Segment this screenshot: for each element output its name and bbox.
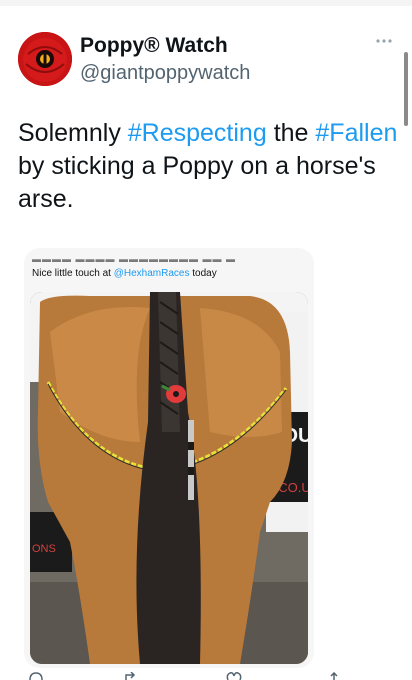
poppy-avatar-icon [18, 32, 72, 86]
tweet-text-segment: Solemnly [18, 119, 128, 147]
account-handle[interactable]: @giantpoppywatch [80, 62, 250, 85]
reply-icon[interactable] [28, 672, 44, 680]
tweet-text-segment: the [266, 119, 316, 147]
more-options-icon[interactable] [374, 36, 394, 46]
tweet-actions [0, 668, 412, 680]
like-icon[interactable] [226, 672, 242, 680]
caption-text: Nice little touch at [32, 268, 114, 279]
horse-photo-image: COUR S.CO.UK ONS LI [30, 292, 308, 664]
caption-mention[interactable]: @HexhamRaces [114, 268, 190, 279]
horse-photo[interactable]: COUR S.CO.UK ONS LI [30, 292, 308, 664]
hashtag-link[interactable]: #Fallen [315, 119, 397, 147]
top-divider [0, 0, 412, 6]
embedded-caption: Nice little touch at @HexhamRaces today [32, 268, 217, 279]
hashtag-link[interactable]: #Respecting [128, 119, 267, 147]
account-name[interactable]: Poppy® Watch [80, 34, 228, 58]
embedded-media[interactable]: ▬▬▬▬ ▬▬▬▬ ▬▬▬▬▬▬▬▬ ▬▬ ▬ Nice little touc… [24, 248, 314, 668]
avatar[interactable] [18, 32, 72, 86]
sign-text-3: ONS [32, 543, 56, 555]
scrollbar[interactable] [404, 52, 408, 126]
tweet-text-segment: by sticking a Poppy on a horse's arse. [18, 152, 376, 213]
caption-suffix: today [189, 268, 217, 279]
cropped-embedded-header: ▬▬▬▬ ▬▬▬▬ ▬▬▬▬▬▬▬▬ ▬▬ ▬ [32, 254, 237, 264]
retweet-icon[interactable] [124, 672, 140, 680]
share-icon[interactable] [326, 672, 342, 680]
tweet-text: Solemnly #Respecting the #Fallen by stic… [18, 117, 398, 216]
